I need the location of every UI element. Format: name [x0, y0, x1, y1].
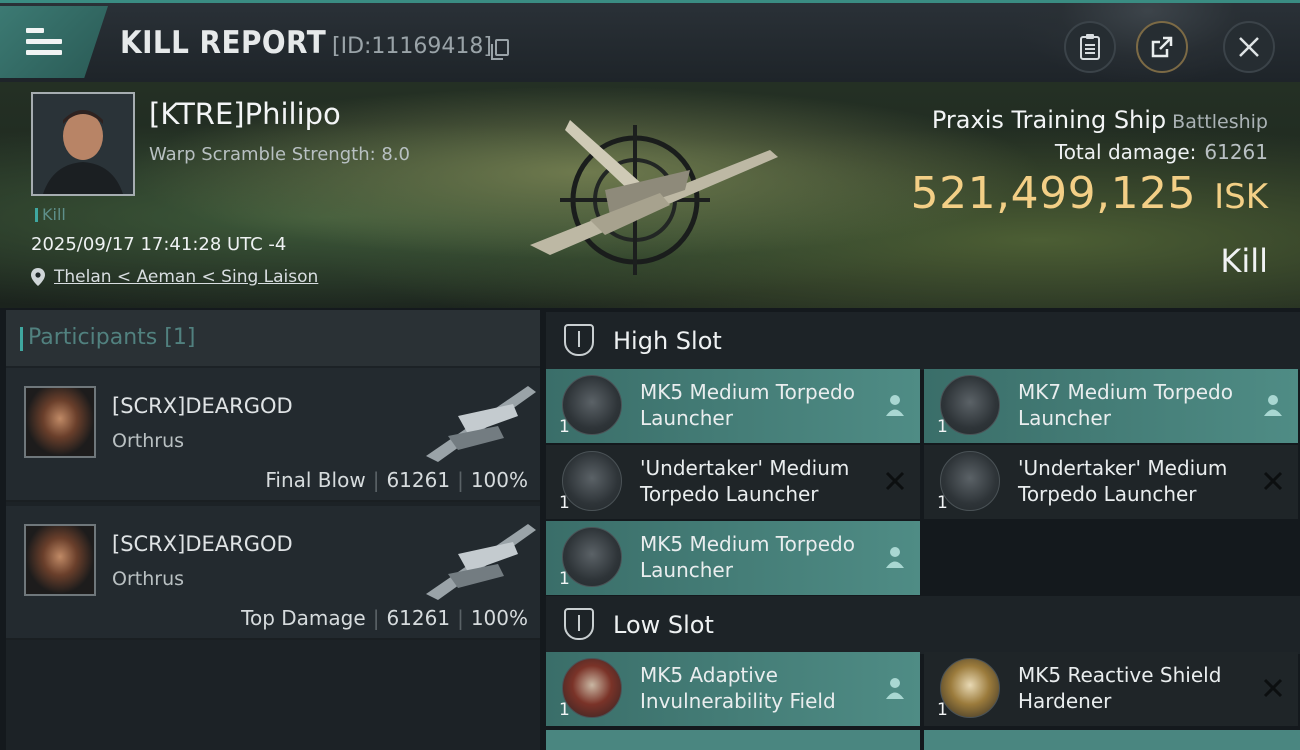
- module-quantity: 1: [559, 569, 570, 589]
- participant-name: [SCRX]DEARGOD: [112, 532, 293, 556]
- report-result: Kill: [1220, 242, 1268, 280]
- participant-ship: Orthrus: [112, 430, 185, 452]
- invulnerability-field-icon: [562, 658, 622, 718]
- participants-label-text: Participants: [28, 325, 158, 350]
- copy-icon[interactable]: [491, 39, 509, 60]
- participant-ship: Orthrus: [112, 568, 185, 590]
- module-item[interactable]: 1 MK5 Medium Torpedo Launcher: [546, 521, 920, 595]
- module-item[interactable]: 1 'Undertaker' Medium Torpedo Launcher: [924, 445, 1298, 519]
- participant-damage: 61261: [386, 468, 451, 492]
- victim-ship-image: [530, 120, 778, 275]
- module-name: MK5 Medium Torpedo Launcher: [640, 380, 855, 430]
- ship-name-text: Praxis Training Ship: [931, 106, 1167, 134]
- torpedo-launcher-icon: [940, 375, 1000, 435]
- participant-percent: 100%: [470, 468, 528, 492]
- ship-class: Battleship: [1172, 111, 1268, 133]
- high-slot-header: High Slot: [546, 312, 1300, 370]
- background-decoration: [1010, 3, 1240, 85]
- low-slot-label: Low Slot: [613, 611, 714, 639]
- menu-button[interactable]: [0, 6, 108, 78]
- share-icon: [1151, 36, 1173, 58]
- participant-role: Top Damage: [241, 606, 366, 630]
- hamburger-icon: [26, 28, 62, 58]
- victim-ship-name[interactable]: Praxis Training Ship Battleship: [932, 106, 1268, 134]
- pilot-icon: [886, 678, 904, 699]
- pilot-icon: [886, 395, 904, 416]
- shield-icon: [564, 324, 594, 356]
- victim-portrait[interactable]: [31, 92, 135, 196]
- participant-name: [SCRX]DEARGOD: [112, 394, 293, 418]
- module-quantity: 1: [937, 493, 948, 513]
- close-icon: [1239, 37, 1259, 57]
- victim-pilot-name[interactable]: [KTRE]Philipo: [149, 97, 341, 131]
- isk-unit: ISK: [1214, 177, 1268, 217]
- torpedo-launcher-icon: [562, 451, 622, 511]
- isk-amount: 521,499,125: [910, 168, 1197, 219]
- participant-damage: 61261: [386, 606, 451, 630]
- participants-header: Participants [1]: [6, 310, 540, 366]
- module-item[interactable]: 1 MK7 Medium Torpedo Launcher: [924, 369, 1298, 443]
- participant-stats: Top Damage | 61261 | 100%: [241, 606, 528, 630]
- module-item[interactable]: 1 MK5 Reactive Shield Hardener: [924, 652, 1298, 726]
- pilot-icon: [886, 547, 904, 568]
- module-item[interactable]: 1 MK5 Medium Torpedo Launcher: [546, 369, 920, 443]
- participant-ship-image: [426, 386, 536, 462]
- participants-count: [1]: [164, 325, 196, 350]
- warp-scramble-strength: Warp Scramble Strength: 8.0: [149, 144, 411, 165]
- kill-datetime: 2025/09/17 17:41:28 UTC -4: [31, 234, 287, 255]
- share-button[interactable]: [1136, 21, 1188, 73]
- close-button[interactable]: [1223, 21, 1275, 73]
- torpedo-launcher-icon: [562, 527, 622, 587]
- participant-role: Final Blow: [265, 468, 366, 492]
- location-pin-icon: [31, 268, 45, 286]
- report-id: [ID:11169418]: [332, 34, 492, 59]
- shield-icon: [564, 608, 594, 640]
- module-item[interactable]: 1 MK5 Adaptive Invulnerability Field: [546, 652, 920, 726]
- module-item[interactable]: 1 'Undertaker' Medium Torpedo Launcher: [546, 445, 920, 519]
- page-title: KILL REPORT: [120, 25, 327, 61]
- destroyed-icon: [1263, 678, 1283, 698]
- total-damage: Total damage: 61261: [1055, 140, 1268, 164]
- participant-ship-image: [426, 524, 536, 600]
- module-name: 'Undertaker' Medium Torpedo Launcher: [640, 456, 850, 506]
- pilot-icon: [1264, 395, 1282, 416]
- participants-panel: Participants [1] [SCRX]DEARGOD Orthrus F…: [6, 310, 540, 750]
- participant-row[interactable]: [SCRX]DEARGOD Orthrus Final Blow | 61261 | 1…: [6, 368, 540, 502]
- participants-label: Participants [1]: [19, 325, 196, 351]
- module-name: MK5 Adaptive Invulnerability Field: [640, 663, 836, 713]
- more-modules-cutoff: [546, 728, 1300, 750]
- low-slot-header: Low Slot: [546, 596, 1300, 654]
- clipboard-button[interactable]: [1064, 21, 1116, 73]
- participant-percent: 100%: [470, 606, 528, 630]
- pilot-portrait-image: [33, 94, 133, 194]
- destroyed-icon: [1263, 471, 1283, 491]
- kill-location-link[interactable]: Thelan < Aeman < Sing Laison: [54, 267, 318, 287]
- module-name: MK5 Medium Torpedo Launcher: [640, 532, 855, 582]
- torpedo-launcher-icon: [940, 451, 1000, 511]
- total-damage-value: 61261: [1204, 140, 1268, 164]
- module-quantity: 1: [559, 700, 570, 720]
- participant-row[interactable]: [SCRX]DEARGOD Orthrus Top Damage | 61261 | 1…: [6, 506, 540, 640]
- participant-avatar: [24, 386, 96, 458]
- module-quantity: 1: [937, 417, 948, 437]
- module-quantity: 1: [937, 700, 948, 720]
- total-damage-label: Total damage:: [1054, 140, 1197, 164]
- module-quantity: 1: [559, 493, 570, 513]
- shield-hardener-icon: [940, 658, 1000, 718]
- clipboard-icon: [1080, 34, 1100, 60]
- kill-tag: Kill: [35, 205, 66, 224]
- module-name: MK5 Reactive Shield Hardener: [1018, 663, 1222, 713]
- top-bar: KILL REPORT [ID:11169418]: [0, 0, 1300, 85]
- participant-avatar: [24, 524, 96, 596]
- module-quantity: 1: [559, 417, 570, 437]
- high-slot-label: High Slot: [613, 327, 722, 355]
- isk-value: 521,499,125 ISK: [911, 168, 1268, 219]
- module-name: MK7 Medium Torpedo Launcher: [1018, 380, 1233, 430]
- participant-stats: Final Blow | 61261 | 100%: [265, 468, 528, 492]
- torpedo-launcher-icon: [562, 375, 622, 435]
- module-name: 'Undertaker' Medium Torpedo Launcher: [1018, 456, 1228, 506]
- destroyed-icon: [885, 471, 905, 491]
